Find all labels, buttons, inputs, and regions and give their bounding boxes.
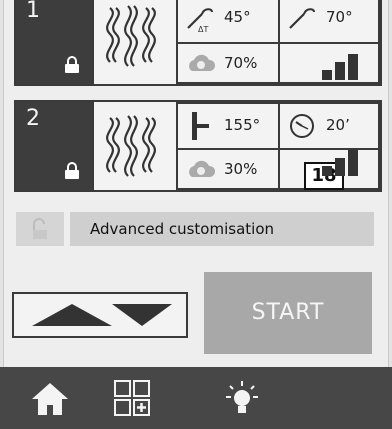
humidity-value: 30% <box>224 160 258 178</box>
probe-core-cell[interactable]: 70° <box>278 0 380 44</box>
probe-delta-cell[interactable]: ΔT 45° <box>176 0 280 44</box>
timer-icon <box>290 114 314 138</box>
timer-value: 20’ <box>326 116 350 134</box>
scroll-arrows[interactable] <box>12 292 188 338</box>
program-number-tile-2[interactable]: 2 <box>16 102 92 190</box>
humidity-cloud-icon <box>189 54 216 71</box>
probe-icon <box>289 8 315 29</box>
advanced-lock-toggle[interactable] <box>16 212 64 246</box>
thermometer-icon <box>192 112 209 140</box>
probe-delta-value: 45° <box>224 8 251 26</box>
advanced-customisation-button[interactable]: Advanced customisation <box>70 212 374 246</box>
power-level-bars <box>322 146 370 176</box>
temperature-value: 155° <box>224 116 261 134</box>
humidity-value: 70% <box>224 54 258 72</box>
lock-icon <box>65 56 79 73</box>
steam-icon <box>106 5 156 67</box>
probe-core-value: 70° <box>326 8 353 26</box>
add-program-grid-icon[interactable] <box>113 379 151 417</box>
power-level-bars <box>322 50 370 80</box>
arrow-buttons <box>32 304 172 326</box>
lock-icon <box>65 162 79 179</box>
program-card-1[interactable]: 1 ΔT 45° 70° 70% <box>14 0 382 86</box>
humidity-cloud-icon <box>189 160 216 177</box>
steam-icon <box>106 115 156 177</box>
temperature-cell[interactable]: 155° <box>176 102 280 150</box>
humidity-cell[interactable]: 30% <box>176 148 280 190</box>
humidity-cell[interactable]: 70% <box>176 42 280 84</box>
steam-mode-cell[interactable] <box>92 102 178 190</box>
svg-text:ΔT: ΔT <box>198 25 208 34</box>
program-number: 2 <box>26 106 40 131</box>
probe-delta-t-icon: ΔT <box>187 8 213 34</box>
steam-mode-cell[interactable] <box>92 0 178 84</box>
program-number: 1 <box>26 0 40 23</box>
program-number-tile-1[interactable]: 1 <box>16 0 92 84</box>
power-level-cell[interactable]: 18 <box>278 148 380 190</box>
light-icon[interactable] <box>224 379 260 419</box>
home-icon[interactable] <box>30 381 70 417</box>
start-button[interactable]: START <box>204 272 372 354</box>
program-card-2[interactable]: 2 155° 20’ 30% <box>14 100 382 192</box>
power-level-cell[interactable] <box>278 42 380 84</box>
bottom-navbar <box>0 367 392 429</box>
arrow-down-icon <box>112 304 172 326</box>
arrow-up-icon <box>32 304 112 326</box>
unlocked-icon <box>33 218 47 239</box>
timer-cell[interactable]: 20’ <box>278 102 380 150</box>
